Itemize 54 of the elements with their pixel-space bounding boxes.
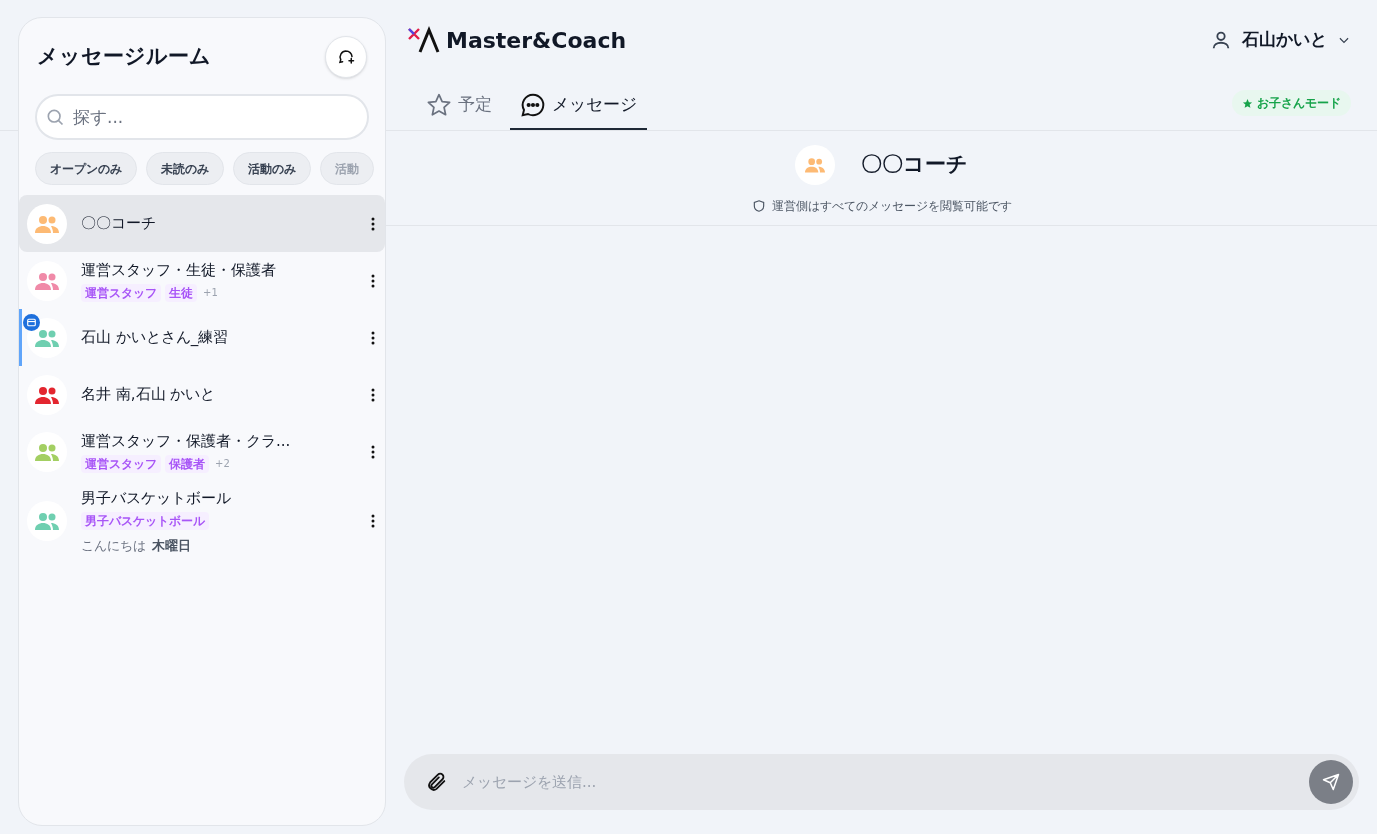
paperclip-icon[interactable] xyxy=(426,771,448,793)
more-options-icon[interactable] xyxy=(371,514,375,528)
more-options-icon[interactable] xyxy=(371,216,375,231)
filter-chip[interactable]: オープンのみ xyxy=(35,152,137,185)
message-time: 木曜日 xyxy=(152,536,191,555)
tag-count: +1 xyxy=(203,286,218,301)
sidebar-title: メッセージルーム xyxy=(37,43,211,71)
star-icon xyxy=(1242,97,1253,109)
star-icon xyxy=(426,92,452,118)
chat-title: 〇〇コーチ xyxy=(861,151,968,179)
send-icon xyxy=(1322,773,1340,791)
message-input[interactable]: メッセージを送信... xyxy=(462,770,1295,794)
room-tag: 運営スタッフ xyxy=(81,454,161,473)
room-item[interactable]: 男子バスケットボール 男子バスケットボール こんにちは 木曜日 xyxy=(19,480,385,562)
app-name: Master&Coach xyxy=(446,26,627,55)
chat-bubble-icon xyxy=(520,92,546,118)
room-name: 運営スタッフ・生徒・保護者 xyxy=(81,260,277,282)
room-item[interactable]: 石山 かいとさん_練習 xyxy=(19,309,385,366)
room-tag: 運営スタッフ xyxy=(81,283,161,302)
room-name: 名井 南,石山 かいと xyxy=(81,384,217,406)
room-tag: 保護者 xyxy=(165,454,209,473)
room-name: 男子バスケットボール xyxy=(81,488,232,509)
more-options-icon[interactable] xyxy=(371,330,375,345)
room-tag: 男子バスケットボール xyxy=(81,511,209,530)
tag-count: +2 xyxy=(215,457,230,472)
shield-icon xyxy=(751,199,766,213)
room-item[interactable]: 名井 南,石山 かいと xyxy=(19,366,385,423)
send-button[interactable] xyxy=(1309,760,1353,804)
search-field[interactable]: 探す... xyxy=(35,94,369,140)
mode-badge: お子さんモード xyxy=(1232,90,1351,116)
search-icon xyxy=(45,107,65,127)
filter-chip[interactable]: 未読のみ xyxy=(146,152,224,185)
privacy-notice: 運営側はすべてのメッセージを閲覧可能です xyxy=(771,198,1012,215)
room-item[interactable]: 運営スタッフ・保護者・クラ... 運営スタッフ 保護者 +2 xyxy=(19,423,385,480)
message-preview: こんにちは xyxy=(81,536,146,555)
nav-tab[interactable]: 予定 xyxy=(416,82,502,130)
message-composer[interactable]: メッセージを送信... xyxy=(404,754,1359,810)
room-name: 石山 かいとさん_練習 xyxy=(81,327,230,349)
more-options-icon[interactable] xyxy=(371,273,375,288)
room-name: 〇〇コーチ xyxy=(81,213,157,235)
room-name: 運営スタッフ・保護者・クラ... xyxy=(81,431,292,453)
nav-tab[interactable]: メッセージ xyxy=(510,82,647,130)
room-item[interactable]: 運営スタッフ・生徒・保護者 運営スタッフ 生徒 +1 xyxy=(19,252,385,309)
people-icon xyxy=(805,157,825,173)
calendar-badge-icon xyxy=(23,313,40,331)
new-chat-button[interactable] xyxy=(325,36,367,78)
chat-plus-icon xyxy=(337,48,355,66)
more-options-icon[interactable] xyxy=(371,387,375,402)
more-options-icon[interactable] xyxy=(371,444,375,459)
user-menu[interactable]: 石山かいと xyxy=(1210,27,1351,53)
room-item[interactable]: 〇〇コーチ xyxy=(19,195,385,252)
room-tag: 生徒 xyxy=(165,283,197,302)
filter-chip[interactable]: 活動のみ xyxy=(233,152,311,185)
user-icon xyxy=(1210,29,1232,51)
